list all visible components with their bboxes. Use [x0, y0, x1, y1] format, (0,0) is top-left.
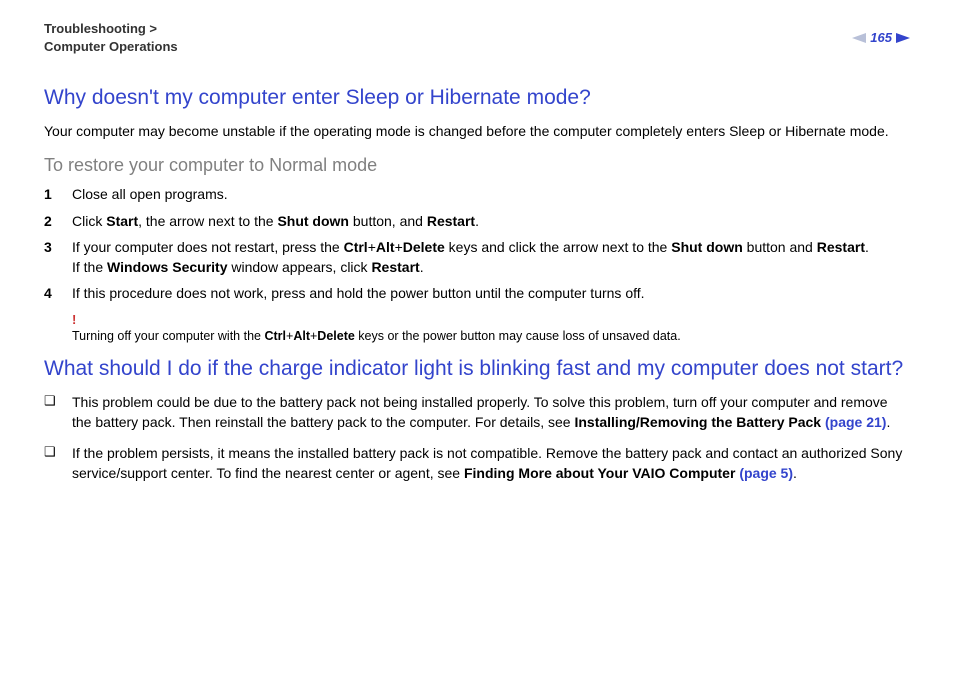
- step-number: 2: [44, 211, 72, 231]
- next-page-icon[interactable]: [896, 33, 910, 43]
- warning-icon: !: [72, 312, 910, 327]
- prev-page-icon[interactable]: [852, 33, 866, 43]
- bullet-1: ❑ This problem could be due to the batte…: [44, 392, 910, 433]
- bullet-text: This problem could be due to the battery…: [72, 392, 910, 433]
- step-number: 4: [44, 283, 72, 303]
- section1-heading: Why doesn't my computer enter Sleep or H…: [44, 84, 910, 111]
- breadcrumb[interactable]: Troubleshooting > Computer Operations: [44, 20, 178, 56]
- step-text: If this procedure does not work, press a…: [72, 283, 910, 303]
- section1-subheading: To restore your computer to Normal mode: [44, 155, 910, 176]
- step-text: Click Start, the arrow next to the Shut …: [72, 211, 910, 231]
- page-link[interactable]: (page 21): [825, 414, 886, 430]
- bullet-icon: ❑: [44, 443, 72, 484]
- bullet-text: If the problem persists, it means the in…: [72, 443, 910, 484]
- step-text: If your computer does not restart, press…: [72, 237, 910, 278]
- section1-intro: Your computer may become unstable if the…: [44, 122, 910, 142]
- section2-bullets: ❑ This problem could be due to the batte…: [44, 392, 910, 483]
- bullet-2: ❑ If the problem persists, it means the …: [44, 443, 910, 484]
- step-3: 3 If your computer does not restart, pre…: [44, 237, 910, 278]
- restore-steps: 1 Close all open programs. 2 Click Start…: [44, 184, 910, 303]
- step-number: 1: [44, 184, 72, 204]
- warning-note: ! Turning off your computer with the Ctr…: [72, 312, 910, 345]
- document-page: Troubleshooting > Computer Operations 16…: [0, 0, 954, 513]
- warning-text: Turning off your computer with the Ctrl+…: [72, 329, 681, 343]
- step-number: 3: [44, 237, 72, 278]
- bullet-icon: ❑: [44, 392, 72, 433]
- step-4: 4 If this procedure does not work, press…: [44, 283, 910, 303]
- step-text: Close all open programs.: [72, 184, 910, 204]
- page-number: 165: [870, 30, 892, 45]
- section2-heading: What should I do if the charge indicator…: [44, 355, 910, 382]
- breadcrumb-line1: Troubleshooting >: [44, 21, 157, 36]
- page-nav: 165: [852, 30, 910, 45]
- step-2: 2 Click Start, the arrow next to the Shu…: [44, 211, 910, 231]
- page-header: Troubleshooting > Computer Operations 16…: [44, 20, 910, 56]
- step-1: 1 Close all open programs.: [44, 184, 910, 204]
- page-link[interactable]: (page 5): [739, 465, 793, 481]
- breadcrumb-line2: Computer Operations: [44, 39, 178, 54]
